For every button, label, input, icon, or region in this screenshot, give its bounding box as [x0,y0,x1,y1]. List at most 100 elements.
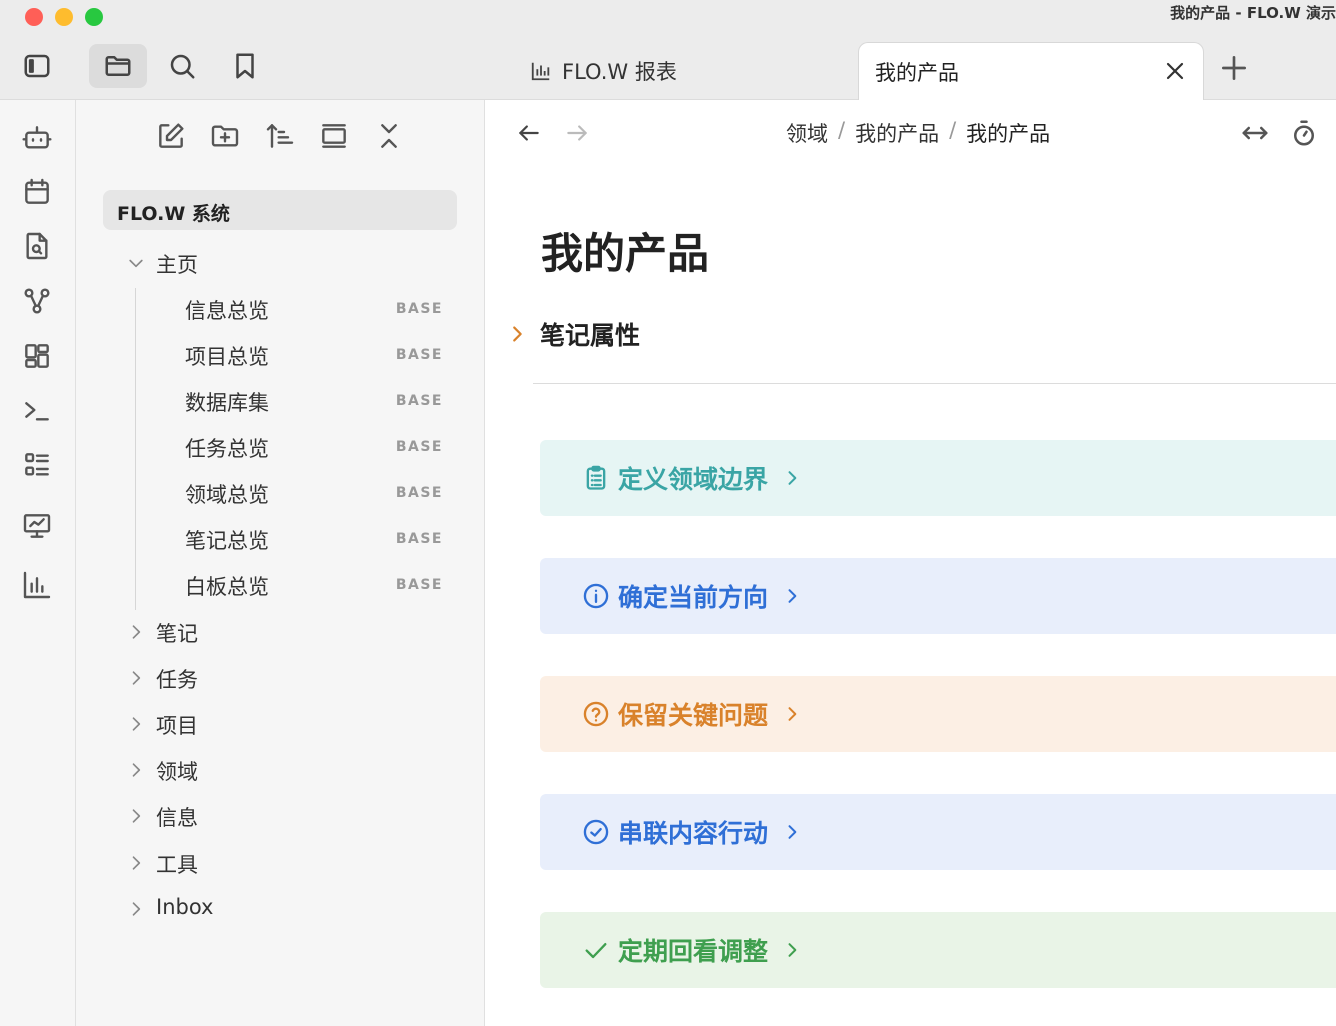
properties-label: 笔记属性 [540,321,641,350]
info-circle-icon [582,582,610,610]
collapse-view-icon [322,124,346,148]
callout-link-actions[interactable]: 串联内容行动 [540,794,1336,870]
ribbon-presentation-button[interactable] [21,510,53,542]
zoom-window-button[interactable] [85,8,103,26]
file-type-tag: BASE [395,485,443,501]
collapse-all-button[interactable] [373,120,407,154]
graph-icon [24,288,50,314]
back-button[interactable] [516,120,542,146]
chevron-right-icon [126,622,146,642]
file-search-icon [26,232,48,260]
dashboard-icon [25,344,49,368]
search-icon [170,54,195,79]
title-bar: 我的产品 - FLO.W 演示 FLO.W 报表 我的产品 [0,0,1336,102]
breadcrumb-separator: / [949,118,957,142]
robot-icon [22,126,52,149]
editor-pane: 领域 / 我的产品 / 我的产品 我的产品 笔记属性 定义领域边界 确定当前方向… [486,100,1336,1026]
file-type-tag: BASE [395,393,443,409]
bookmarks-button[interactable] [216,44,274,88]
folder-projects[interactable]: 项目 [76,704,485,744]
chevron-right-icon [126,714,146,734]
breadcrumb-item[interactable]: 我的产品 [855,118,939,148]
folder-tools[interactable]: 工具 [76,843,485,883]
callout-title: 串联内容行动 [618,819,769,848]
callout-regular-review[interactable]: 定期回看调整 [540,912,1336,988]
callout-title: 保留关键问题 [618,701,769,730]
chevron-right-icon [782,704,802,724]
new-note-button[interactable] [155,120,189,154]
folder-inbox[interactable]: Inbox [76,889,485,929]
minimize-window-button[interactable] [55,8,73,26]
folder-label: 信息 [156,806,198,830]
terminal-icon [25,402,49,421]
folder-notes[interactable]: 笔记 [76,612,485,652]
callout-key-questions[interactable]: 保留关键问题 [540,676,1336,752]
ribbon-graph-button[interactable] [21,285,53,317]
sort-button[interactable] [264,120,298,154]
new-folder-icon [211,125,239,147]
folder-tasks[interactable]: 任务 [76,658,485,698]
callout-set-direction[interactable]: 确定当前方向 [540,558,1336,634]
forward-button[interactable] [564,120,590,146]
ribbon-calendar-button[interactable] [21,176,53,208]
ribbon-bar-chart-button[interactable] [21,569,53,601]
ribbon-file-search-button[interactable] [21,230,53,262]
timer-button[interactable] [1289,118,1319,148]
file-item[interactable]: 任务总览 BASE [76,427,485,467]
file-type-tag: BASE [395,439,443,455]
breadcrumb-item-current[interactable]: 我的产品 [966,118,1050,148]
new-tab-button[interactable] [1218,52,1250,84]
arrows-horizontal-icon [1242,126,1268,140]
file-item[interactable]: 白板总览 BASE [76,565,485,605]
check-circle-icon [582,818,610,846]
tab-label: 我的产品 [875,61,959,85]
ribbon-robot-button[interactable] [21,122,53,154]
arrow-left-icon [519,125,539,141]
file-type-tag: BASE [395,577,443,593]
breadcrumb-item[interactable]: 领域 [786,118,828,148]
tab-my-product[interactable]: 我的产品 [858,42,1204,102]
file-item[interactable]: 数据库集 BASE [76,381,485,421]
page-title: 我的产品 [541,229,710,278]
folder-label: 领域 [156,760,198,784]
tab-flow-report[interactable]: FLO.W 报表 [530,56,677,86]
callout-title: 定义领域边界 [618,465,769,494]
folder-label: 工具 [156,853,198,877]
folder-info[interactable]: 信息 [76,796,485,836]
toggle-width-button[interactable] [1240,118,1270,148]
note-properties-toggle[interactable]: 笔记属性 [506,316,640,352]
close-window-button[interactable] [25,8,43,26]
collapse-view-button[interactable] [318,120,352,154]
folder-label: 主页 [156,253,198,277]
file-explorer: FLO.W 系统 主页 信息总览 BASE 项目总览 BASE 数据库集 BAS… [76,100,485,1026]
vault-header[interactable]: FLO.W 系统 [103,190,457,230]
search-button[interactable] [153,44,211,88]
file-label: 项目总览 [185,345,269,369]
close-tab-button[interactable] [1163,59,1187,83]
left-ribbon [0,100,76,1026]
file-label: 任务总览 [185,437,269,461]
file-label: 信息总览 [185,299,269,323]
chevron-right-icon [782,940,802,960]
bookmark-icon [236,53,254,79]
file-item[interactable]: 项目总览 BASE [76,335,485,375]
file-item[interactable]: 信息总览 BASE [76,289,485,329]
file-item[interactable]: 笔记总览 BASE [76,519,485,559]
bar-chart-icon [23,571,51,599]
chevron-right-icon [126,899,146,919]
callout-define-boundary[interactable]: 定义领域边界 [540,440,1336,516]
files-view-button[interactable] [89,44,147,88]
ribbon-dashboard-button[interactable] [21,340,53,372]
folder-label: 任务 [156,668,198,692]
folder-areas[interactable]: 领域 [76,750,485,790]
new-folder-button[interactable] [209,120,243,154]
file-item[interactable]: 领域总览 BASE [76,473,485,513]
file-type-tag: BASE [395,301,443,317]
ribbon-terminal-button[interactable] [21,394,53,426]
ribbon-list-button[interactable] [21,449,53,481]
check-icon [582,936,610,964]
sidebar-toggle-button[interactable] [8,44,66,88]
folder-home[interactable]: 主页 [76,243,485,283]
chevron-right-icon [126,760,146,780]
folder-icon [105,56,131,76]
